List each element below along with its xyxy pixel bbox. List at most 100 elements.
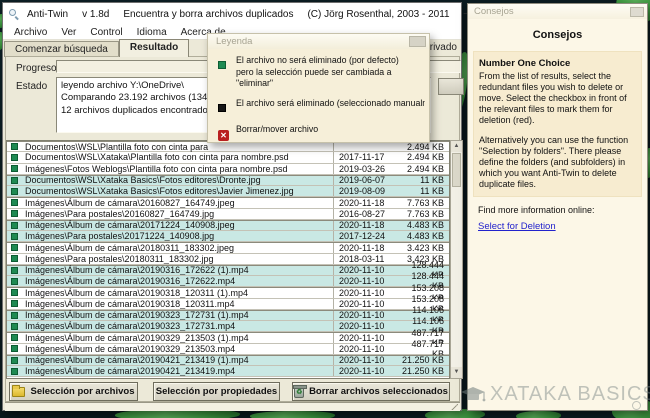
keep-checkbox[interactable] [11,233,18,240]
file-row[interactable]: Imágenes\Para postales\20160827_164749.j… [7,209,449,220]
consejos-close-button[interactable] [630,7,644,17]
consejos-heading: Consejos [468,29,647,41]
tab-comenzar-busqueda[interactable]: Comenzar búsqueda [4,41,119,57]
file-row[interactable]: Imágenes\Álbum de cámara\20190323_172731… [7,321,449,332]
file-row[interactable]: Imágenes\Álbum de cámara\20190329_213503… [7,332,449,343]
file-path: Imágenes\Álbum de cámara\20190329_213503… [18,333,333,343]
leyenda-close-button[interactable] [409,36,426,47]
file-row[interactable]: Imágenes\Álbum de cámara\20171224_140908… [7,220,449,231]
file-size: 11 KB [401,175,449,185]
file-row[interactable]: Documentos\WSL\Xataka Basics\Fotos edito… [7,186,449,197]
file-date: 2020-11-10 [333,276,401,286]
file-date: 2020-11-10 [333,366,401,376]
file-path: Documentos\WSL\Xataka Basics\Fotos edito… [18,175,333,185]
leaf-decoration [516,411,561,418]
progress-label: Progreso [16,63,57,74]
keep-checkbox[interactable] [11,154,18,161]
file-row[interactable]: Imágenes\Álbum de cámara\20190421_213419… [7,366,449,377]
file-row[interactable]: Imágenes\Álbum de cámara\20190318_120311… [7,299,449,310]
file-row[interactable]: Imágenes\Álbum de cámara\20180311_183302… [7,242,449,253]
keep-checkbox[interactable] [11,210,18,217]
file-row[interactable]: Imágenes\Para postales\20171224_140908.j… [7,231,449,242]
file-date: 2019-03-26 [333,164,401,174]
file-row[interactable]: Imágenes\Álbum de cámara\20190421_213419… [7,355,449,366]
list-scrollbar[interactable]: ▲ ▼ [450,140,463,379]
keep-checkbox[interactable] [11,334,18,341]
select-for-deletion-link[interactable]: Select for Deletion [478,221,556,232]
file-path: Documentos\WSL\Plantilla foto con cinta … [18,142,333,152]
file-date: 2020-11-10 [333,299,401,309]
keep-checkbox[interactable] [11,199,18,206]
borrar-archivos-seleccionados-button[interactable]: Borrar archivos seleccionados [292,382,450,401]
file-date: 2016-08-27 [333,209,401,219]
file-size: 4.483 KB [401,231,449,241]
status-label: Estado [16,81,47,92]
file-row[interactable]: Imágenes\Para postales\20180311_183302.j… [7,254,449,265]
keep-checkbox[interactable] [11,267,18,274]
file-path: Imágenes\Álbum de cámara\20171224_140908… [18,220,333,230]
keep-checkbox[interactable] [11,345,18,352]
keep-checkbox[interactable] [11,143,18,150]
file-row[interactable]: Imágenes\Álbum de cámara\20190323_172731… [7,310,449,321]
file-row[interactable]: Documentos\WSL\Xataka Basics\Fotos edito… [7,175,449,186]
file-date: 2019-06-07 [333,176,401,185]
scrollbar-thumb[interactable] [452,153,461,187]
leyenda-title: Leyenda [216,36,409,47]
tab-strip: Comenzar búsqueda Resultado [4,39,189,57]
hidden-side-button[interactable] [438,78,464,95]
file-date: 2020-11-18 [333,243,401,252]
file-row[interactable]: Imágenes\Álbum de cámara\20190316_172622… [7,265,449,276]
app-name: Anti-Twin [27,9,68,20]
file-row[interactable]: Documentos\WSL\Xataka\Plantilla foto con… [7,152,449,163]
keep-checkbox[interactable] [11,368,18,375]
menu-item[interactable]: Idioma [130,27,174,38]
app-version: v 1.8d [82,9,109,20]
leaf-decoration [250,411,335,418]
button-label: Borrar archivos seleccionados [309,386,448,397]
keep-checkbox[interactable] [11,289,18,296]
keep-checkbox[interactable] [11,357,18,364]
menu-item[interactable]: Ver [54,27,83,38]
trash-icon [294,386,304,398]
tab-resultado[interactable]: Resultado [119,39,189,57]
keep-checkbox[interactable] [11,323,18,330]
file-date: 2017-12-24 [333,231,401,241]
scroll-down-icon[interactable]: ▼ [451,367,462,378]
file-size: 3.423 KB [401,243,449,253]
scroll-up-icon[interactable]: ▲ [451,141,462,152]
app-tagline: Encuentra y borra archivos duplicados [123,9,293,20]
file-row[interactable]: Imágenes\Álbum de cámara\20190329_213503… [7,344,449,355]
file-row[interactable]: Imágenes\Álbum de cámara\20160827_164749… [7,197,449,208]
legend-text: El archivo será eliminado (seleccionado … [236,98,425,117]
consejos-title-bar: Consejos [468,4,647,19]
legend-icon-box: ✕ [218,124,236,143]
keep-checkbox[interactable] [11,312,18,319]
leyenda-popup: Leyenda El archivo no será eliminado (po… [207,33,430,143]
keep-checkbox[interactable] [11,165,18,172]
file-path: Imágenes\Álbum de cámara\20190316_172622… [18,265,333,275]
file-date: 2020-11-10 [333,311,401,320]
keep-checkbox[interactable] [11,188,18,195]
file-path: Imágenes\Álbum de cámara\20160827_164749… [18,198,333,208]
file-path: Imágenes\Álbum de cámara\20190421_213419… [18,355,333,365]
file-size: 2.494 KB [401,152,449,162]
keep-checkbox[interactable] [11,222,18,229]
keep-checkbox[interactable] [11,278,18,285]
consejos-window: Consejos Consejos Number One Choice From… [467,3,648,411]
keep-checkbox[interactable] [11,177,18,184]
keep-checkbox[interactable] [11,255,18,262]
resize-grip[interactable] [451,404,458,410]
keep-checkbox[interactable] [11,244,18,251]
file-row[interactable]: Imágenes\Álbum de cámara\20190318_120311… [7,287,449,298]
file-row[interactable]: Imágenes\Álbum de cámara\20190316_172622… [7,276,449,287]
file-path: Imágenes\Álbum de cámara\20190318_120311… [18,299,333,309]
app-copyright: (C) Jörg Rosenthal, 2003 - 2011 [307,9,449,20]
file-row[interactable]: Imágenes\Fotos Weblogs\Plantilla foto co… [7,164,449,175]
seleccion-por-archivos-button[interactable]: Selección por archivos [9,382,138,401]
menu-item[interactable]: Control [83,27,129,38]
desktop: Anti-Twin v 1.8d Encuentra y borra archi… [0,0,650,418]
keep-checkbox[interactable] [11,300,18,307]
seleccion-por-propiedades-button[interactable]: Selección por propiedades [153,382,280,401]
menu-item[interactable]: Archivo [7,27,54,38]
window-status-bar [5,402,460,411]
